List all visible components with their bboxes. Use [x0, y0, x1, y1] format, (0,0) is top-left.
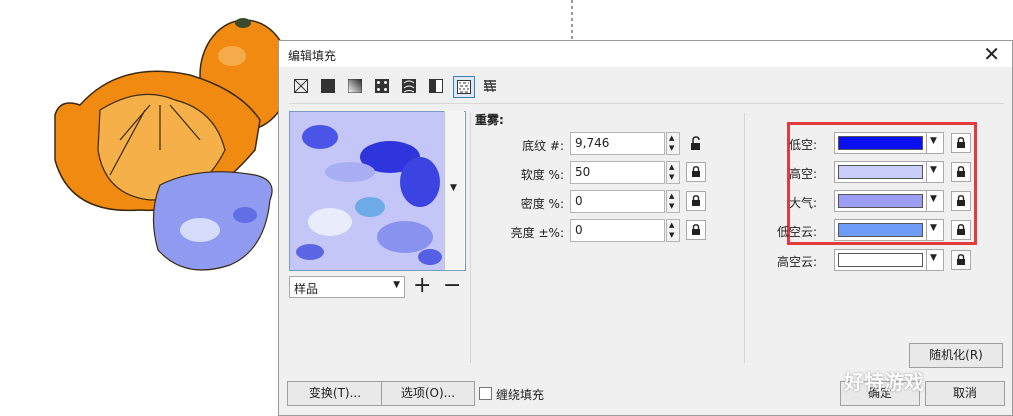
- color-label-high-sky: 高空:: [788, 167, 817, 181]
- color-picker-atmosphere[interactable]: ▼: [834, 190, 944, 212]
- no-fill-icon[interactable]: [291, 76, 313, 98]
- field-label-brightness: 亮度 ±%:: [510, 226, 564, 240]
- field-label-softness: 软度 %:: [520, 168, 564, 182]
- chevron-down-icon: ▼: [930, 165, 937, 175]
- chevron-down-icon: ▼: [930, 194, 937, 204]
- lock-icon[interactable]: [686, 162, 706, 182]
- lock-icon[interactable]: [951, 191, 971, 211]
- softness-spinner[interactable]: ▲ ▼: [666, 161, 680, 184]
- column-separator: [744, 113, 745, 363]
- watermark: 好特游戏: [844, 370, 924, 394]
- remove-icon[interactable]: −: [443, 275, 461, 297]
- brightness-spinner[interactable]: ▲ ▼: [666, 219, 680, 242]
- wrap-fill-label: 缠绕填充: [496, 388, 545, 402]
- preview-dropdown-button[interactable]: ▼: [444, 111, 464, 269]
- chevron-down-icon: ▼: [393, 280, 400, 290]
- color-swatch: [838, 194, 923, 208]
- wrap-fill-checkbox[interactable]: [479, 387, 492, 400]
- close-icon[interactable]: ✕: [983, 42, 1000, 66]
- texture-fill-icon[interactable]: [453, 76, 475, 98]
- lock-icon[interactable]: [686, 220, 706, 240]
- transform-button[interactable]: 变换(T)...: [287, 381, 383, 406]
- edit-fill-dialog: 编辑填充 ✕ ▼ 样品 ▼ + − 重雾: 底纹 #: 9,746 ▲ ▼ 软度…: [278, 40, 1013, 416]
- texture-library-select[interactable]: 样品 ▼: [289, 276, 405, 298]
- color-swatch: [838, 165, 923, 179]
- field-label-texture-number: 底纹 #:: [522, 139, 564, 153]
- lock-icon[interactable]: [951, 250, 971, 270]
- chevron-down-icon: ▼: [450, 183, 457, 193]
- chevron-down-icon: ▼: [930, 223, 937, 233]
- toolbar-separator: [289, 103, 1004, 104]
- lock-icon[interactable]: [951, 162, 971, 182]
- chevron-down-icon: ▼: [930, 136, 937, 146]
- options-button[interactable]: 选项(O)...: [381, 381, 475, 406]
- color-picker-high-cloud[interactable]: ▼: [834, 249, 944, 271]
- color-label-low-cloud: 低空云:: [776, 225, 817, 239]
- texture-library-value: 样品: [294, 282, 319, 296]
- texture-number-input[interactable]: 9,746: [570, 132, 665, 155]
- color-picker-low-cloud[interactable]: ▼: [834, 219, 944, 241]
- fountain-fill-icon[interactable]: [345, 76, 367, 98]
- density-input[interactable]: 0: [570, 190, 665, 213]
- density-spinner[interactable]: ▲ ▼: [666, 190, 680, 213]
- color-label-low-sky: 低空:: [788, 138, 817, 152]
- texture-number-spinner[interactable]: ▲ ▼: [666, 132, 680, 155]
- lock-icon[interactable]: [686, 191, 706, 211]
- color-swatch: [838, 253, 923, 267]
- lock-icon[interactable]: [951, 220, 971, 240]
- color-swatch: [838, 136, 923, 150]
- color-label-atmosphere: 大气:: [788, 196, 817, 210]
- brightness-input[interactable]: 0: [570, 219, 665, 242]
- dialog-title: 编辑填充: [288, 49, 337, 63]
- two-color-pattern-icon[interactable]: [426, 76, 448, 98]
- column-separator: [470, 113, 471, 363]
- title-bar: 编辑填充 ✕: [279, 41, 1012, 67]
- field-label-density: 密度 %:: [520, 197, 564, 211]
- softness-input[interactable]: 50: [570, 161, 665, 184]
- color-picker-high-sky[interactable]: ▼: [834, 161, 944, 183]
- color-picker-low-sky[interactable]: ▼: [834, 132, 944, 154]
- lock-icon[interactable]: [951, 133, 971, 153]
- uniform-fill-icon[interactable]: [318, 76, 340, 98]
- texture-preview[interactable]: [289, 111, 466, 271]
- randomize-button[interactable]: 随机化(R): [909, 343, 1003, 368]
- add-icon[interactable]: +: [413, 275, 431, 297]
- vector-pattern-icon[interactable]: [372, 76, 394, 98]
- postscript-fill-icon[interactable]: [480, 76, 502, 98]
- color-label-high-cloud: 高空云:: [776, 255, 817, 269]
- texture-name-heading: 重雾:: [475, 113, 504, 127]
- chevron-down-icon: ▼: [930, 253, 937, 263]
- unlock-icon[interactable]: [688, 136, 704, 152]
- bitmap-pattern-icon[interactable]: [399, 76, 421, 98]
- color-swatch: [838, 223, 923, 237]
